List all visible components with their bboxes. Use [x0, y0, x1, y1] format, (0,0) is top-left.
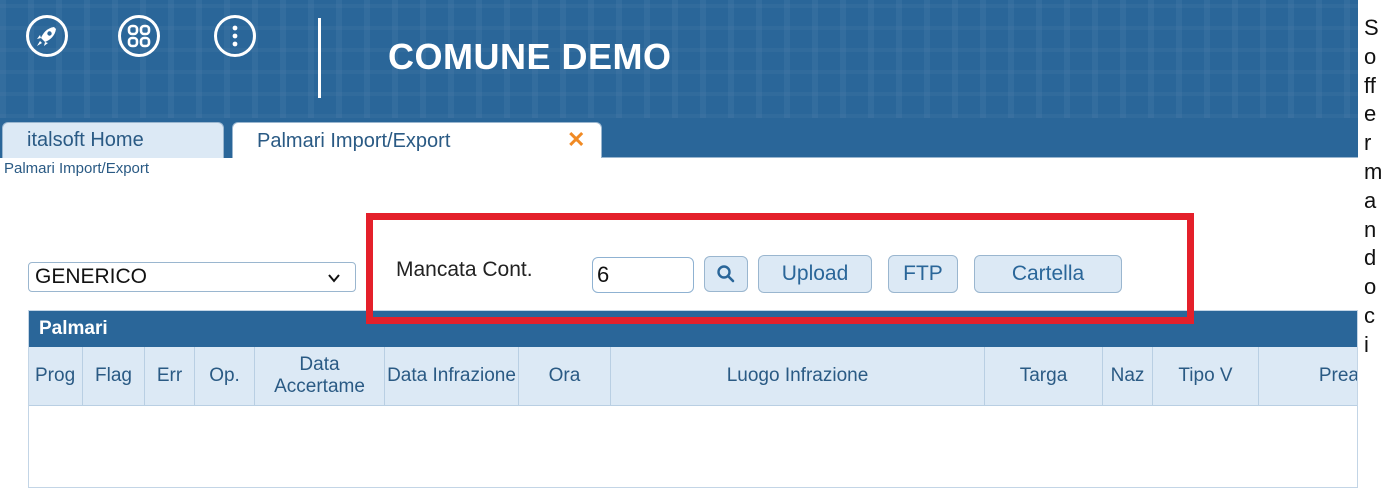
chevron-down-icon — [327, 265, 341, 290]
column-header[interactable]: Data Infrazione — [385, 347, 519, 405]
column-header[interactable]: Flag — [83, 347, 145, 405]
cartella-button[interactable]: Cartella — [974, 255, 1122, 293]
side-char: e — [1364, 101, 1377, 127]
side-char: i — [1364, 331, 1369, 357]
side-char: r — [1364, 130, 1372, 156]
rocket-icon[interactable] — [26, 15, 68, 57]
tab-label: italsoft Home — [27, 129, 144, 151]
grid-title: Palmari — [29, 311, 1357, 347]
side-char: o — [1364, 43, 1377, 69]
app-window: COMUNE DEMO italsoft Home Palmari Import… — [0, 0, 1358, 488]
column-header[interactable]: Ora — [519, 347, 611, 405]
side-text: S o ff e r m a n d o c i — [1364, 14, 1386, 360]
close-tab-icon[interactable]: ✕ — [567, 127, 585, 153]
breadcrumb: Palmari Import/Export — [0, 158, 1358, 180]
side-char: n — [1364, 216, 1377, 242]
tab-palmari-import-export[interactable]: Palmari Import/Export ✕ — [232, 122, 602, 160]
side-char: a — [1364, 187, 1377, 213]
header-divider — [318, 18, 321, 98]
side-char: S — [1364, 15, 1379, 40]
side-char: m — [1364, 158, 1383, 184]
header-pattern — [0, 0, 1358, 118]
column-header[interactable]: Tipo V — [1153, 347, 1259, 405]
side-char: ff — [1364, 72, 1376, 98]
mancata-cont-label: Mancata Cont. — [396, 258, 533, 281]
upload-button[interactable]: Upload — [758, 255, 872, 293]
tab-italsoft-home[interactable]: italsoft Home — [2, 122, 224, 158]
grid-header: Prog Flag Err Op. Data Accertame Data In… — [29, 347, 1357, 406]
column-header[interactable]: Op. — [195, 347, 255, 405]
ftp-button[interactable]: FTP — [888, 255, 958, 293]
apps-grid-icon[interactable] — [118, 15, 160, 57]
type-select[interactable]: GENERICO — [28, 262, 356, 292]
more-vertical-icon[interactable] — [214, 15, 256, 57]
app-title: COMUNE DEMO — [388, 36, 672, 77]
column-header[interactable]: Luogo Infrazione — [611, 347, 985, 405]
search-icon — [717, 265, 735, 283]
tab-label: Palmari Import/Export — [257, 130, 451, 152]
column-header[interactable]: Naz — [1103, 347, 1153, 405]
mancata-cont-input[interactable]: 6 — [592, 257, 694, 293]
column-header[interactable]: Targa — [985, 347, 1103, 405]
app-header: COMUNE DEMO — [0, 0, 1358, 118]
column-header[interactable]: Data Accertame — [255, 347, 385, 405]
mancata-cont-value: 6 — [597, 262, 610, 287]
side-char: c — [1364, 302, 1375, 328]
column-header[interactable]: Prea — [1259, 347, 1357, 405]
column-header[interactable]: Err — [145, 347, 195, 405]
side-char: d — [1364, 245, 1377, 271]
palmari-grid: Palmari Prog Flag Err Op. Data Accertame… — [28, 310, 1358, 488]
side-char: o — [1364, 274, 1377, 300]
select-value: GENERICO — [35, 265, 148, 288]
search-button[interactable] — [704, 256, 748, 292]
column-header[interactable]: Prog — [29, 347, 83, 405]
